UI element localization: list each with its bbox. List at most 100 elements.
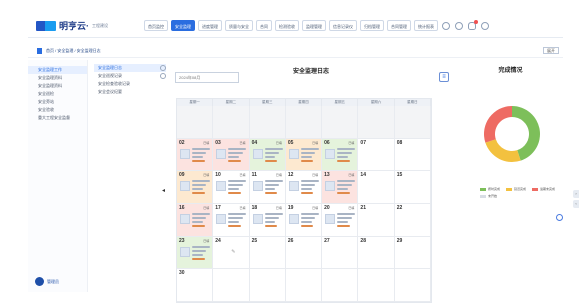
log-thumbnail[interactable] <box>180 181 190 192</box>
sidebar-item[interactable]: 重大工程安全监督 <box>28 114 87 122</box>
sidebar-item[interactable]: 安全验收 <box>28 106 87 114</box>
calendar-day[interactable]: 16 已填 <box>177 204 214 237</box>
calendar-day[interactable]: 09 已填 <box>177 171 214 204</box>
nav-tab[interactable]: 合同 <box>256 20 272 31</box>
calendar-day[interactable]: 11 已填 <box>249 171 286 204</box>
calendar-day[interactable]: 18 已填 <box>249 204 286 237</box>
calendar-day[interactable] <box>358 269 395 302</box>
circle-icon[interactable] <box>160 65 166 71</box>
calendar-day[interactable]: 19 已填 <box>285 204 323 237</box>
log-thumbnail[interactable] <box>216 148 227 159</box>
calendar-day[interactable] <box>285 269 323 302</box>
calendar-day[interactable]: 29 <box>394 236 431 270</box>
expand-button[interactable]: 展开 <box>543 47 559 54</box>
month-picker[interactable]: 2024年08月 <box>175 72 239 83</box>
calendar-day[interactable]: 25 <box>249 236 286 270</box>
nav-tab[interactable]: 统计报表 <box>414 20 438 31</box>
calendar-day[interactable]: 21 <box>358 204 395 237</box>
calendar-day[interactable] <box>285 106 323 139</box>
log-thumbnail[interactable] <box>180 148 190 159</box>
calendar-day[interactable]: 04 已填 <box>249 138 286 172</box>
nav-tab[interactable]: 监理管理 <box>302 20 326 31</box>
calendar-day[interactable]: 24 ✎ <box>213 236 250 270</box>
sidebar-item[interactable]: 安全巡检 <box>28 90 87 98</box>
calendar-day[interactable]: 06 已填 <box>322 138 359 172</box>
subnav-item[interactable]: 安全检查验收记录 <box>94 80 166 88</box>
edit-icon[interactable]: ✎ <box>231 249 235 255</box>
side-tab-bottom[interactable]: ‹ <box>573 200 579 208</box>
bell-icon[interactable] <box>468 19 478 30</box>
calendar-icon[interactable]: ≡ <box>439 72 449 82</box>
log-thumbnail[interactable] <box>288 148 299 159</box>
donut-slice-2[interactable] <box>484 106 512 143</box>
sidebar-item[interactable]: 安全监理资料 <box>28 82 87 90</box>
log-thumbnail[interactable] <box>288 181 299 192</box>
circle-icon[interactable] <box>160 73 166 79</box>
donut-slice-1[interactable] <box>485 139 521 162</box>
help-icon[interactable] <box>556 214 563 221</box>
log-thumbnail[interactable] <box>216 181 227 192</box>
calendar-day[interactable]: 13 已填 <box>322 171 359 204</box>
calendar-day[interactable] <box>177 106 214 139</box>
nav-tab[interactable]: 合同管理 <box>387 20 411 31</box>
calendar-day[interactable]: 23 已填 <box>177 236 214 270</box>
nav-tab[interactable]: 归档管理 <box>360 20 384 31</box>
nav-tab[interactable]: 首页监控 <box>144 20 168 31</box>
calendar-day[interactable] <box>249 106 286 139</box>
settings-icon[interactable] <box>455 21 463 30</box>
calendar-day[interactable]: 28 <box>358 236 395 270</box>
collapse-arrow-icon[interactable]: ◂ <box>162 187 165 194</box>
calendar-day[interactable]: 15 <box>394 171 431 204</box>
calendar-day[interactable]: 03 已填 <box>213 138 250 172</box>
calendar-day[interactable] <box>394 106 431 139</box>
nav-tab[interactable]: 质量与安全 <box>225 20 253 31</box>
sidebar-item[interactable]: 安全监理资料 <box>28 74 87 82</box>
calendar-day[interactable]: 08 <box>394 138 431 172</box>
calendar-day[interactable]: 30 <box>177 269 214 302</box>
calendar-day[interactable] <box>249 269 286 302</box>
log-thumbnail[interactable] <box>325 148 336 159</box>
log-thumbnail[interactable] <box>325 181 336 192</box>
log-thumbnail[interactable] <box>252 214 263 224</box>
log-thumbnail[interactable] <box>288 214 299 224</box>
calendar-day[interactable]: 02 已填 <box>177 138 214 172</box>
subnav-item[interactable]: 安全巡视记录 <box>94 72 166 80</box>
calendar-day[interactable] <box>213 106 250 139</box>
calendar-day[interactable]: 10 已填 <box>213 171 250 204</box>
calendar-day[interactable]: 12 已填 <box>285 171 323 204</box>
side-tab-top[interactable]: › <box>573 190 579 198</box>
sidebar-item[interactable]: 安全监理工作 <box>28 66 87 74</box>
avatar[interactable] <box>35 277 44 286</box>
calendar-day[interactable]: 17 已填 <box>213 204 250 237</box>
calendar-day[interactable]: 14 <box>358 171 395 204</box>
calendar-day[interactable] <box>213 269 250 302</box>
subnav-item[interactable]: 安全监理日志 <box>94 64 166 72</box>
logout-icon[interactable] <box>481 21 489 30</box>
log-thumbnail[interactable] <box>325 214 336 224</box>
nav-tab[interactable]: 信息记录仪 <box>329 20 357 31</box>
calendar-day[interactable] <box>322 106 359 139</box>
log-thumbnail[interactable] <box>252 148 263 159</box>
calendar-day[interactable] <box>358 106 395 139</box>
calendar-day[interactable]: 20 已填 <box>322 204 359 237</box>
calendar-day[interactable] <box>394 269 431 302</box>
log-thumbnail[interactable] <box>252 181 263 192</box>
nav-tab[interactable]: 安全监理 <box>171 20 195 31</box>
calendar-day[interactable]: 26 <box>285 236 323 270</box>
log-thumbnail[interactable] <box>180 214 190 224</box>
calendar-day[interactable]: 05 已填 <box>285 138 323 172</box>
subnav-item[interactable]: 安全会议纪要 <box>94 88 166 96</box>
log-thumbnail[interactable] <box>180 246 190 257</box>
log-thumbnail[interactable] <box>216 214 227 224</box>
user-area[interactable]: 管理员 <box>35 277 59 286</box>
day-number: 21 <box>360 205 366 211</box>
search-icon[interactable] <box>442 21 450 30</box>
calendar-day[interactable]: 22 <box>394 204 431 237</box>
breadcrumb[interactable]: 首页 / 安全监理 / 安全监理日志 <box>46 48 101 54</box>
sidebar-item[interactable]: 安全旁站 <box>28 98 87 106</box>
calendar-day[interactable]: 07 <box>358 138 395 172</box>
calendar-day[interactable] <box>322 269 359 302</box>
nav-tab[interactable]: 进度管理 <box>198 20 222 31</box>
calendar-day[interactable]: 27 <box>322 236 359 270</box>
nav-tab[interactable]: 检测验收 <box>275 20 299 31</box>
